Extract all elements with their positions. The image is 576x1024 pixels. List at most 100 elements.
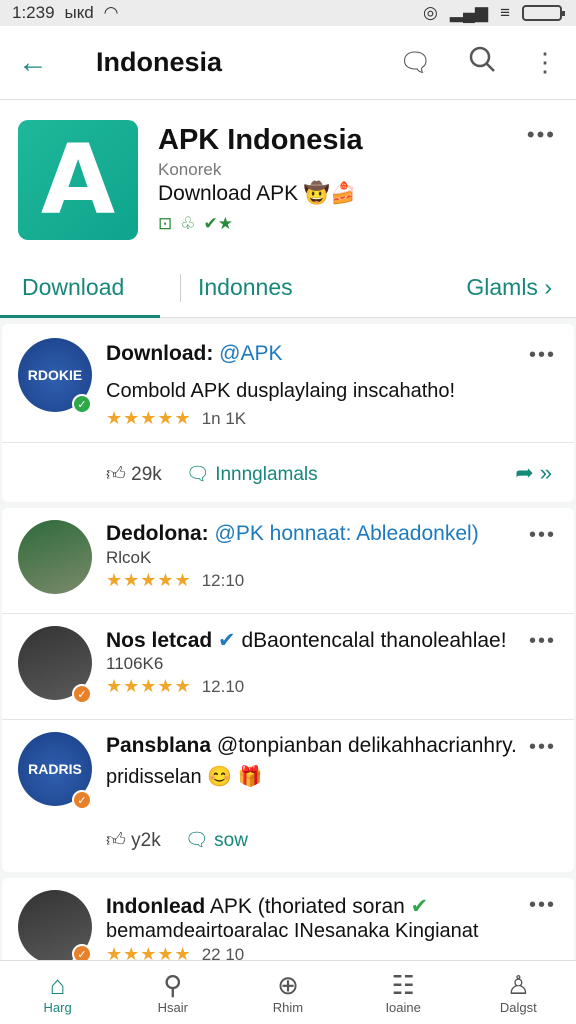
tab-claims[interactable]: Glamls › (466, 274, 552, 301)
nav-home[interactable]: ⌂ Harg (8, 970, 108, 1015)
post-handle[interactable]: APK (thoriated soran (210, 895, 405, 918)
post-handle[interactable]: @PK honnaat: Ableadonkel) (215, 522, 479, 545)
avatar-label: RADRIS (28, 761, 82, 777)
rating-count: 1n 1K (201, 409, 247, 428)
nav-home-label: Harg (43, 1000, 72, 1015)
post-more-icon[interactable]: ••• (529, 894, 556, 917)
badge-icon: ⊡ (158, 214, 173, 233)
post-more-icon[interactable]: ••• (529, 344, 556, 367)
comment-label: sow (214, 830, 248, 851)
bottom-navigation: ⌂ Harg ⚲ Hsair ⊕ Rhim ☷ Ioaine ♙ Dalgst (0, 960, 576, 1024)
post-card[interactable]: RDOKIE ✓ Download: @APK Combold APK dusp… (2, 324, 574, 502)
tab-download[interactable]: Download (22, 274, 124, 301)
post-handle[interactable]: @tonpianban delikahhacrianhry. (217, 734, 517, 757)
app-name: APK Indonesia (158, 124, 363, 156)
app-bar: ← Indonesia 🗨 ⋮ (0, 26, 576, 100)
nav-search[interactable]: ⚲ Hsair (123, 970, 223, 1015)
post-author: Pansblana (106, 734, 212, 757)
post-title: Nos letcad ✔ dBaontencalal thanoleahlae! (106, 628, 526, 653)
list-item[interactable]: Dedolona: @PK honnaat: Ableadonkel) Rlco… (2, 508, 574, 614)
post-list-card: Dedolona: @PK honnaat: Ableadonkel) Rlco… (2, 508, 574, 872)
post-author: Download: (106, 342, 214, 365)
message-icon[interactable]: 🗨 (399, 47, 432, 78)
verified-badge-icon: ✓ (72, 684, 92, 704)
home-icon: ⌂ (49, 970, 66, 1000)
compass-icon: ⊕ (277, 970, 299, 1000)
search-icon: ⚲ (163, 970, 183, 1000)
nav-explore-label: Rhim (272, 1000, 304, 1015)
post-more-icon[interactable]: ••• (529, 630, 556, 653)
verified-icon: ✔ (218, 629, 236, 652)
star-rating: ★★★★★ 12:10 (106, 570, 245, 590)
share-icon[interactable]: ➦ » (515, 460, 552, 486)
verified-icon: ✔ (410, 895, 429, 918)
nav-explore[interactable]: ⊕ Rhim (238, 970, 338, 1015)
more-options-icon[interactable]: ••• (527, 122, 556, 148)
post-more-icon[interactable]: ••• (529, 524, 556, 547)
avatar[interactable] (18, 520, 92, 594)
post-more-icon[interactable]: ••• (529, 736, 556, 759)
alarm-icon: ◎ (423, 3, 438, 22)
post-author: Indonlead (106, 895, 206, 918)
post-title: Pansblana @tonpianban delikahhacrianhry. (106, 734, 526, 758)
tab-divider (180, 274, 181, 302)
users-icon: ♧ (180, 214, 196, 233)
post-body: pridisselan 😊 🎁 (106, 764, 546, 789)
app-logo-letter: A (40, 124, 116, 236)
nav-search-label: Hsair (157, 1000, 188, 1015)
post-title: Indonlead APK (thoriated soran ✔ (106, 894, 526, 919)
post-handle[interactable]: dBaontencalal thanoleahlae! (242, 629, 507, 652)
post-body: bemamdeairtoaralac INesanaka Kingianat (106, 920, 479, 942)
app-developer: Konorek (158, 160, 222, 179)
post-author: Nos letcad (106, 629, 213, 652)
app-badges: ⊡ ♧ ✔★ (158, 214, 233, 234)
battery-icon (522, 5, 565, 21)
comment-button[interactable]: 🗨︎ Innnglamals (186, 462, 318, 486)
post-body-text: pridisselan (106, 766, 202, 788)
status-time: 1:239 (12, 3, 55, 22)
list-icon: ☷ (391, 970, 415, 1000)
wifi-icon: ◠ (103, 3, 119, 22)
verified-badge-icon: ✓ (72, 790, 92, 810)
app-logo-icon: A (18, 120, 138, 240)
post-handle[interactable]: @APK (219, 342, 282, 365)
post-subtitle: RlcoK (106, 548, 152, 567)
app-header: A APK Indonesia Konorek Download APK 🤠🍰 … (0, 100, 576, 260)
post-actions: 👍︎ y2k 🗨︎ sow (106, 828, 248, 852)
divider (2, 442, 574, 443)
signal-icon: ▂▄▆ (449, 3, 489, 22)
post-actions: 👍︎ 29k 🗨︎ Innnglamals (106, 462, 318, 486)
verified-icon: ✔★ (203, 214, 233, 233)
page-title: Indonesia (96, 47, 223, 77)
like-button[interactable]: 👍︎ y2k (106, 829, 161, 852)
comment-label: Innnglamals (215, 464, 318, 485)
post-subtitle: 1106K6 (106, 654, 164, 673)
profile-icon: ♙ (506, 970, 530, 1000)
post-body: Combold APK dusplaylaing inscahatho! (106, 380, 456, 402)
post-title: Download: @APK (106, 342, 526, 366)
list-item[interactable]: RADRIS ✓ Pansblana @tonpianban delikahha… (2, 720, 574, 872)
like-count: y2k (131, 829, 161, 851)
nav-list[interactable]: ☷ Ioaine (353, 970, 453, 1015)
app-subtitle: Download APK 🤠🍰 (158, 182, 357, 205)
like-button[interactable]: 👍︎ 29k (106, 463, 162, 486)
rating-count: 12.10 (201, 677, 245, 696)
emoji-icon: 😊 🎁 (207, 766, 263, 788)
star-rating: ★★★★★ 1n 1K (106, 408, 247, 428)
like-count: 29k (131, 463, 162, 485)
menu-status-icon: ≡ (500, 3, 510, 22)
back-arrow-icon[interactable]: ← (18, 46, 78, 80)
post-title: Dedolona: @PK honnaat: Ableadonkel) (106, 522, 526, 546)
nav-profile[interactable]: ♙ Dalgst (468, 970, 568, 1015)
star-rating: ★★★★★ 12.10 (106, 676, 245, 696)
comment-button[interactable]: 🗨︎ sow (185, 828, 248, 852)
nav-profile-label: Dalgst (499, 1000, 537, 1015)
nav-list-label: Ioaine (385, 1000, 421, 1015)
overflow-menu-icon[interactable]: ⋮ (532, 47, 558, 78)
tab-active-indicator (0, 315, 160, 318)
search-icon[interactable] (468, 45, 496, 80)
list-item[interactable]: ✓ Nos letcad ✔ dBaontencalal thanoleahla… (2, 614, 574, 720)
tab-indonesia[interactable]: Indonnes (198, 274, 293, 301)
rating-count: 12:10 (201, 571, 245, 590)
tab-bar: Download Indonnes Glamls › (0, 260, 576, 318)
